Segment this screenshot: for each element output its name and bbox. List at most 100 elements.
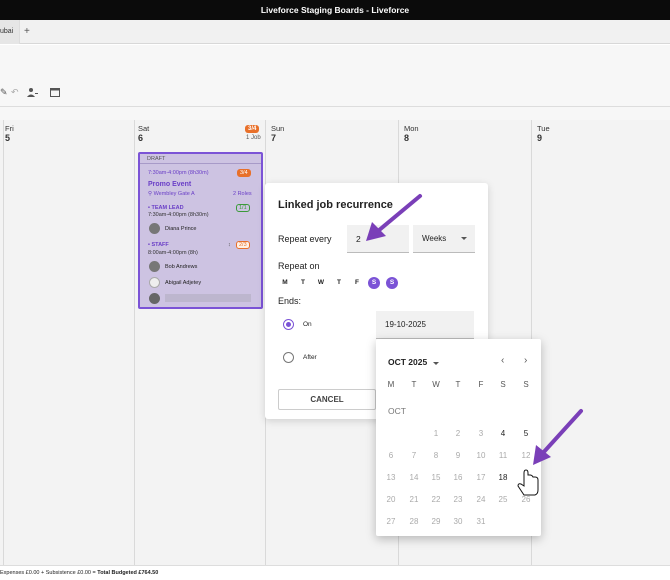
day-cell: 24 [470,490,492,510]
month-year-select[interactable]: OCT 2025 [388,357,427,367]
day-cell: 15 [425,468,447,488]
day-number: 6 [388,451,394,460]
dialog-title: Linked job recurrence [278,199,393,211]
day-number: 22 [431,495,441,504]
undo-icon[interactable]: ↶ [11,87,19,98]
day-cell: 17 [470,468,492,488]
day-number: 13 [386,473,396,482]
day-toggle-sat[interactable]: S [368,277,380,289]
job-location: ⚲ Wembley Gate A [148,191,195,197]
team-lead-time: 7:30am-4:00pm (8h30m) [148,212,209,218]
day-number: 4 [500,429,506,438]
day-cell: 1 [425,424,447,444]
day-cell[interactable]: 18 [492,468,514,488]
selected-day[interactable]: 19 [515,468,537,488]
day-toggle-wed[interactable]: W [315,277,327,289]
day-number: 17 [476,473,486,482]
fill-badge: 3/4 [245,125,260,133]
add-tab-button[interactable]: + [24,20,30,44]
budget-footer: Expenses £0.00 + Subsistence £0.00 = Tot… [0,565,670,580]
tab-bar: ubai + [0,20,670,44]
calendar-column-fri[interactable]: Fri 5 [4,120,135,565]
staff-label: • STAFF [148,242,169,248]
avatar [149,223,160,234]
day-toggle-mon[interactable]: M [279,277,291,289]
day-number: 20 [386,495,396,504]
day-number: 3 [478,429,484,438]
day-cell: 2 [447,424,469,444]
column-day: Fri [5,124,14,133]
end-date-input[interactable]: 19-10-2025 [376,311,474,339]
repeat-every-label: Repeat every [278,234,332,244]
tab-dubai[interactable]: ubai [0,20,20,44]
day-cell: 21 [403,490,425,510]
day-number: 16 [453,473,463,482]
day-cell: 3 [470,424,492,444]
month-dropdown-icon[interactable] [433,362,439,365]
day-number: 25 [498,495,508,504]
staff-count: 2/3 [236,241,250,249]
day-number: 10 [476,451,486,460]
day-number: 14 [409,473,419,482]
ends-on-radio[interactable] [283,319,294,330]
day-cell[interactable]: 4 [492,424,514,444]
calendar-column-tue[interactable]: Tue 9 [532,120,670,565]
column-date: 5 [5,133,11,143]
previous-month-icon[interactable]: ‹ [501,355,504,366]
day-cell: 13 [380,468,402,488]
column-date: 6 [138,133,144,143]
person-name[interactable]: Bob Andrews [165,264,197,270]
day-toggle-fri[interactable]: F [351,277,363,289]
day-number: 26 [521,495,531,504]
day-number: 27 [386,517,396,526]
day-toggle-sun[interactable]: S [386,277,398,289]
avatar-placeholder [149,277,160,288]
staff-sort-icon[interactable]: ↕ [228,242,231,248]
budget-total: Total Budgeted £764.50 [97,570,159,576]
edit-icon[interactable]: ✎ [0,87,8,98]
repeat-on-label: Repeat on [278,261,320,271]
next-month-icon[interactable]: › [524,355,527,366]
repeat-unit-select[interactable]: Weeks [413,225,475,253]
day-number: 5 [523,429,529,438]
day-cell[interactable]: 5 [515,424,537,444]
window-title: Liveforce Staging Boards - Liveforce [260,5,410,15]
column-date: 8 [404,133,410,143]
person-name[interactable]: Abigail Adjetey [165,280,201,286]
day-number: 9 [455,451,461,460]
day-cell: 20 [380,490,402,510]
assign-user-icon[interactable] [27,87,38,100]
person-name[interactable]: Diana Prince [165,226,197,232]
staff-time: 8:00am-4:00pm (8h) [148,250,198,256]
column-date: 9 [537,133,543,143]
day-toggle-thu[interactable]: T [333,277,345,289]
day-cell: 6 [380,446,402,466]
job-card[interactable]: DRAFT 7:30am-4:00pm (8h30m) 3/4 Promo Ev… [138,152,263,309]
day-cell: 30 [447,512,469,532]
day-cell: 16 [447,468,469,488]
weekday-label: S [523,380,529,389]
day-toggle-tue[interactable]: T [297,277,309,289]
empty-slot[interactable] [165,294,251,302]
ends-after-radio[interactable] [283,352,294,363]
calendar-icon[interactable] [50,87,60,99]
cancel-button[interactable]: CANCEL [278,389,376,410]
repeat-every-input[interactable]: 2 [347,225,409,253]
column-day: Sat [138,124,150,133]
weekday-label: T [411,380,417,389]
toolbar-area [0,45,670,120]
location-pin-icon: ⚲ [148,191,153,197]
day-number: 28 [409,517,419,526]
column-day: Sun [271,124,285,133]
budget-breakdown: Expenses £0.00 + Subsistence £0.00 = [0,570,98,576]
weekday-label: M [387,380,395,389]
location-name: Wembley Gate A [153,191,195,197]
day-number: 21 [409,495,419,504]
day-number: 12 [521,451,531,460]
job-count: 1 Job [246,135,261,141]
day-number: 7 [411,451,417,460]
column-header: Tue 9 [537,124,550,143]
day-number: 18 [498,473,508,482]
day-cell: 26 [515,490,537,510]
day-cell: 23 [447,490,469,510]
